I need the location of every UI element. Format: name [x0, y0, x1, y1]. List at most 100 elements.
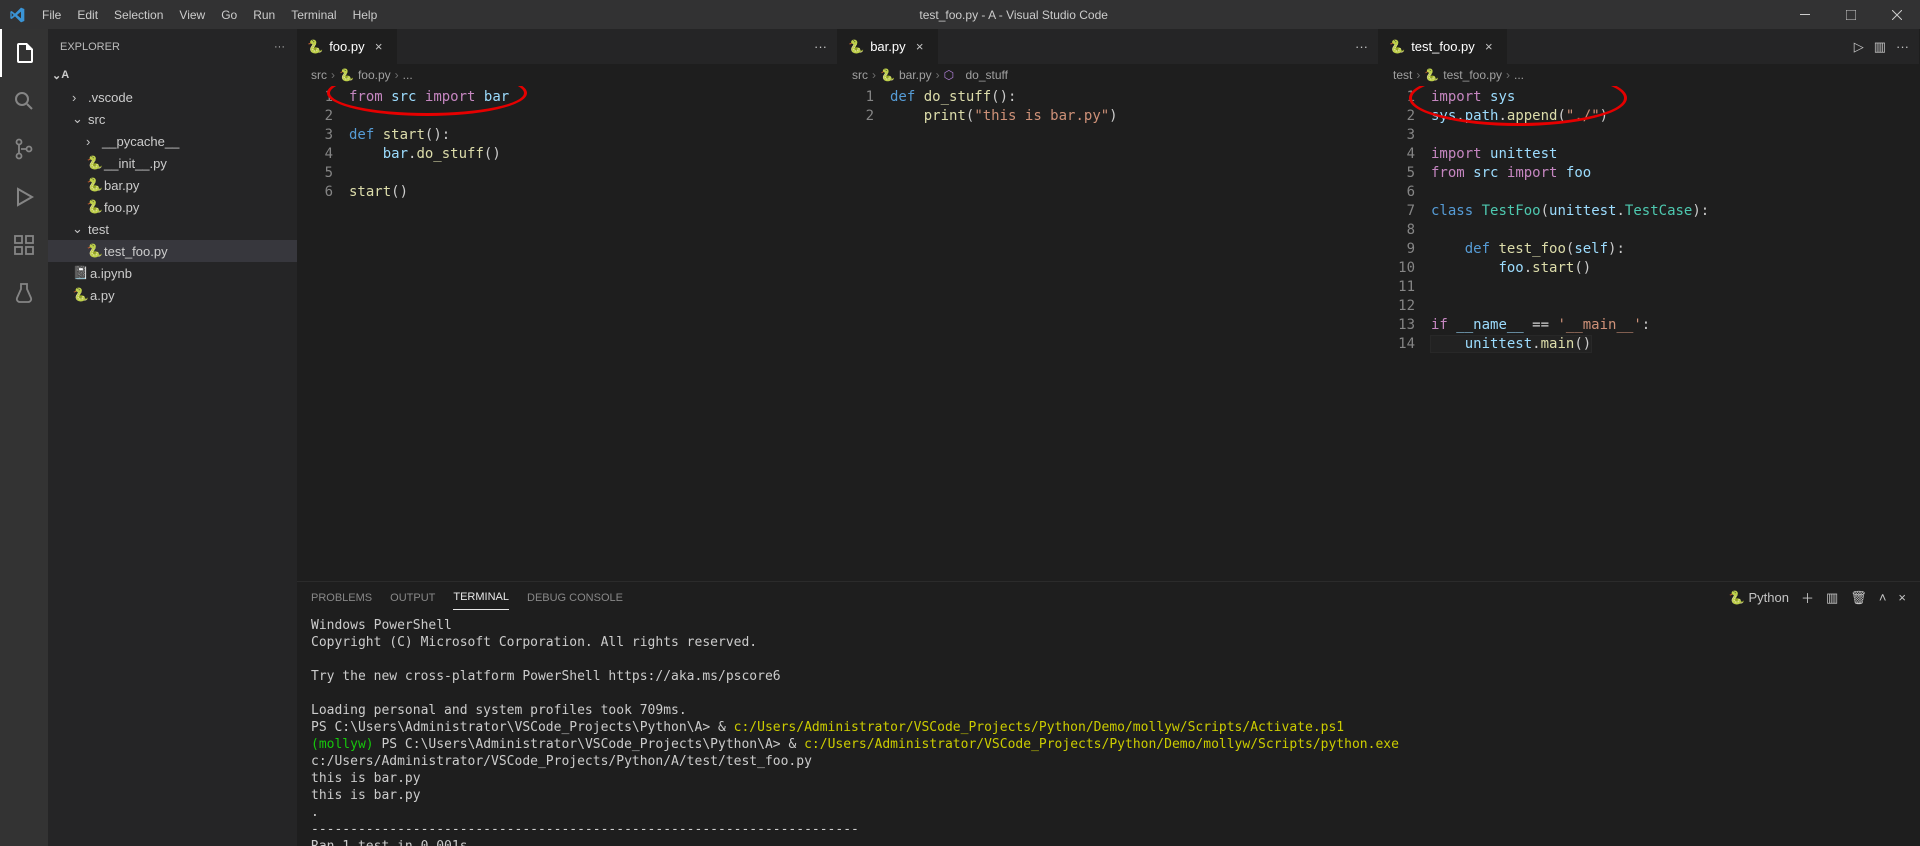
tree-folder-src[interactable]: ⌄src	[48, 108, 297, 130]
chevron-right-icon: ›	[72, 90, 88, 105]
terminal-line: .	[311, 804, 1906, 821]
menu-bar: File Edit Selection View Go Run Terminal…	[34, 8, 385, 22]
code-editor[interactable]: 12 def do_stuff(): print("this is bar.py…	[838, 86, 1378, 581]
python-file-icon: 🐍	[307, 39, 323, 55]
breadcrumb[interactable]: test› 🐍test_foo.py› ...	[1379, 64, 1919, 86]
editor-group-2: 🐍 bar.py × ··· src› 🐍bar.py› ⬡ do_stuff …	[838, 29, 1379, 581]
panel-tab-terminal[interactable]: Terminal	[453, 585, 509, 610]
window-title: test_foo.py - A - Visual Studio Code	[385, 8, 1782, 22]
code-content[interactable]: from src import bar def start(): bar.do_…	[349, 86, 787, 581]
menu-terminal[interactable]: Terminal	[283, 8, 344, 22]
panel-tab-problems[interactable]: Problems	[311, 586, 372, 610]
terminal-line: Loading personal and system profiles too…	[311, 702, 1906, 719]
python-file-icon: 🐍	[86, 177, 104, 193]
panel-tab-debug-console[interactable]: Debug Console	[527, 586, 623, 610]
code-content[interactable]: import sys sys.path.append("./") import …	[1431, 86, 1869, 581]
code-editor[interactable]: 123456 from src import bar def start(): …	[297, 86, 837, 581]
activity-testing-icon[interactable]	[0, 269, 48, 317]
activity-extensions-icon[interactable]	[0, 221, 48, 269]
folder-root[interactable]: ⌄ A	[48, 64, 297, 86]
kill-terminal-icon[interactable]: 🗑	[1850, 590, 1867, 606]
tree-file-foo[interactable]: 🐍foo.py	[48, 196, 297, 218]
terminal-line: this is bar.py	[311, 770, 1906, 787]
terminal-line: Windows PowerShell	[311, 617, 1906, 634]
menu-run[interactable]: Run	[245, 8, 283, 22]
python-file-icon: 🐍	[86, 243, 104, 259]
close-button[interactable]	[1874, 0, 1920, 29]
menu-view[interactable]: View	[171, 8, 213, 22]
terminal-line: PS C:\Users\Administrator\VSCode_Project…	[311, 719, 1906, 736]
menu-file[interactable]: File	[34, 8, 69, 22]
python-file-icon: 🐍	[1424, 68, 1439, 82]
editor-group-1: 🐍 foo.py × ··· src› 🐍foo.py› ... 123456 …	[297, 29, 838, 581]
minimap[interactable]	[1869, 86, 1919, 581]
tree-file-bar[interactable]: 🐍bar.py	[48, 174, 297, 196]
minimize-button[interactable]	[1782, 0, 1828, 29]
tabs: 🐍 bar.py × ···	[838, 29, 1378, 64]
python-file-icon: 🐍	[86, 199, 104, 215]
tab-foo[interactable]: 🐍 foo.py ×	[297, 29, 397, 64]
terminal-line: (mollyw) PS C:\Users\Administrator\VSCod…	[311, 736, 1906, 770]
terminal-output[interactable]: Windows PowerShell Copyright (C) Microso…	[297, 613, 1920, 846]
breadcrumb[interactable]: src› 🐍foo.py› ...	[297, 64, 837, 86]
tree-file-a-py[interactable]: 🐍a.py	[48, 284, 297, 306]
chevron-down-icon: ⌄	[52, 69, 61, 82]
tab-overflow-icon[interactable]: ···	[1345, 39, 1378, 54]
chevron-down-icon: ⌄	[72, 221, 88, 237]
tab-bar[interactable]: 🐍 bar.py ×	[838, 29, 938, 64]
code-editor[interactable]: 1234567891011121314 import sys sys.path.…	[1379, 86, 1919, 581]
editor-region: 🐍 foo.py × ··· src› 🐍foo.py› ... 123456 …	[297, 29, 1920, 846]
breadcrumb[interactable]: src› 🐍bar.py› ⬡ do_stuff	[838, 64, 1378, 86]
minimap[interactable]	[787, 86, 837, 581]
tree-file-test-foo[interactable]: 🐍test_foo.py	[48, 240, 297, 262]
terminal-line: Copyright (C) Microsoft Corporation. All…	[311, 634, 1906, 651]
tree-folder-vscode[interactable]: ›.vscode	[48, 86, 297, 108]
maximize-panel-icon[interactable]: ˄	[1879, 590, 1887, 605]
terminal-shell-label[interactable]: 🐍 Python	[1729, 590, 1789, 606]
python-file-icon: 🐍	[1389, 39, 1405, 55]
vscode-logo-icon	[0, 7, 34, 23]
tree-file-init[interactable]: 🐍__init__.py	[48, 152, 297, 174]
panel-tab-output[interactable]: Output	[390, 586, 435, 610]
code-content[interactable]: def do_stuff(): print("this is bar.py")	[890, 86, 1328, 581]
tab-test-foo[interactable]: 🐍 test_foo.py ×	[1379, 29, 1507, 64]
menu-go[interactable]: Go	[213, 8, 245, 22]
activity-source-control-icon[interactable]	[0, 125, 48, 173]
terminal-line: ----------------------------------------…	[311, 821, 1906, 838]
file-tree: ›.vscode ⌄src ›__pycache__ 🐍__init__.py …	[48, 86, 297, 306]
activity-explorer-icon[interactable]	[0, 29, 48, 77]
tabs: 🐍 foo.py × ···	[297, 29, 837, 64]
tree-folder-test[interactable]: ⌄test	[48, 218, 297, 240]
python-file-icon: 🐍	[86, 155, 104, 171]
new-terminal-icon[interactable]: ＋	[1801, 588, 1814, 607]
activity-run-debug-icon[interactable]	[0, 173, 48, 221]
run-file-icon[interactable]: ▷	[1854, 39, 1864, 55]
tab-overflow-icon[interactable]: ···	[1896, 39, 1909, 55]
tree-file-a-ipynb[interactable]: 📓a.ipynb	[48, 262, 297, 284]
close-icon[interactable]: ×	[371, 39, 387, 54]
menu-help[interactable]: Help	[345, 8, 386, 22]
python-file-icon: 🐍	[848, 39, 864, 55]
close-icon[interactable]: ×	[1481, 39, 1497, 54]
split-editor-icon[interactable]: ▥	[1874, 39, 1886, 55]
line-gutter: 1234567891011121314	[1379, 86, 1431, 581]
menu-edit[interactable]: Edit	[69, 8, 106, 22]
notebook-file-icon: 📓	[72, 265, 90, 281]
tree-folder-pycache[interactable]: ›__pycache__	[48, 130, 297, 152]
panel-tabs: Problems Output Terminal Debug Console 🐍…	[297, 582, 1920, 613]
explorer-more-icon[interactable]: ···	[274, 41, 285, 53]
tabs: 🐍 test_foo.py × ▷ ▥ ···	[1379, 29, 1919, 64]
panel: Problems Output Terminal Debug Console 🐍…	[297, 581, 1920, 846]
tab-overflow-icon[interactable]: ···	[804, 39, 837, 54]
close-panel-icon[interactable]: ×	[1898, 590, 1906, 605]
minimap[interactable]	[1328, 86, 1378, 581]
explorer-title: Explorer	[60, 41, 120, 53]
split-terminal-icon[interactable]: ▥	[1826, 590, 1838, 606]
activity-search-icon[interactable]	[0, 77, 48, 125]
python-file-icon: 🐍	[880, 68, 895, 82]
close-icon[interactable]: ×	[912, 39, 928, 54]
menu-selection[interactable]: Selection	[106, 8, 171, 22]
maximize-button[interactable]	[1828, 0, 1874, 29]
symbol-method-icon: ⬡	[944, 68, 954, 82]
terminal-line: Ran 1 test in 0.001s	[311, 838, 1906, 846]
